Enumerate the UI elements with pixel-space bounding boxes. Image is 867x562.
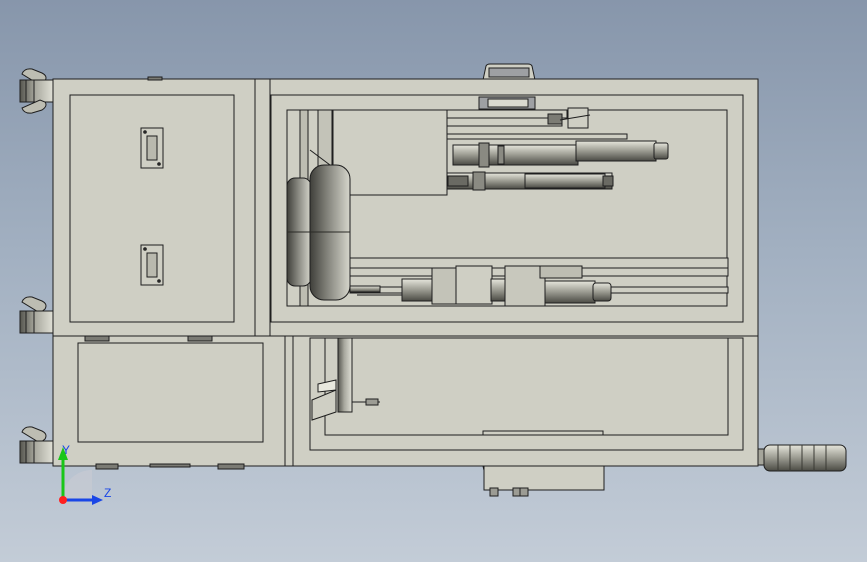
pneumatic-cylinder-middle: [446, 171, 614, 191]
side-grip-handle: [757, 444, 847, 472]
winding-drum: [286, 164, 351, 301]
caster-wheel-bottom: [19, 426, 54, 464]
caster-wheel-middle: [19, 296, 54, 334]
cad-viewport[interactable]: Y Z: [0, 0, 867, 562]
cad-model-drawing: Y Z: [19, 63, 847, 505]
caster-wheel-top: [19, 68, 54, 114]
cabinet-latch-lower: [140, 244, 164, 286]
triad-z-label: Z: [104, 486, 111, 500]
triad-y-label: Y: [62, 443, 70, 457]
bottom-mount-box: [483, 465, 605, 491]
x-axis-origin: [59, 496, 67, 504]
top-carry-handle: [482, 63, 536, 81]
cabinet-latch-upper: [140, 127, 164, 169]
lower-left-panel: [77, 342, 264, 443]
